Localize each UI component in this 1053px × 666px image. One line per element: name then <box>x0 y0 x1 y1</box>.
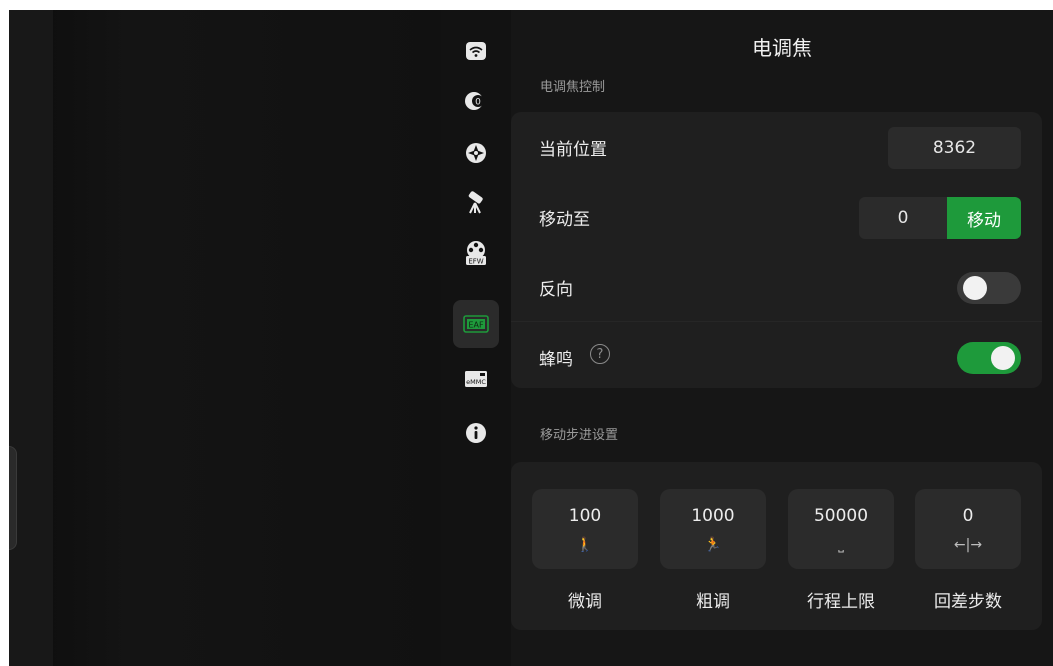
step-value-fine: 100 <box>568 506 602 526</box>
settings-nav-rail: 0 EFW EAF eMMC <box>441 10 511 666</box>
nav-item-filter-wheel[interactable]: EFW <box>453 230 499 276</box>
storage-icon: eMMC <box>465 371 487 387</box>
telescope-icon <box>468 191 483 214</box>
step-card-backlash[interactable]: 0 ←|→ <box>915 489 1021 569</box>
row-move-to: 移动至 0 移动 <box>511 182 1042 252</box>
step-caption-travel-limit: 行程上限 <box>807 592 875 612</box>
buzzer-toggle[interactable] <box>957 342 1021 374</box>
backlash-icon: ←|→ <box>953 537 983 553</box>
move-button[interactable]: 移动 <box>947 197 1021 239</box>
current-position-label: 当前位置 <box>539 140 607 160</box>
nav-item-telescope[interactable] <box>453 180 499 226</box>
camera-icon: 0 <box>465 92 484 110</box>
row-reverse: 反向 <box>511 252 1042 322</box>
info-icon <box>466 423 486 443</box>
row-buzzer: 蜂鸣 ? <box>511 322 1042 392</box>
focuser-icon: EAF <box>463 315 489 333</box>
nav-item-mount[interactable] <box>453 130 499 176</box>
preview-edge <box>9 10 53 666</box>
svg-text:EFW: EFW <box>468 258 483 266</box>
device-screen: 0 EFW EAF eMMC 电调焦 电调焦控制 当前位置 8362 移动至 0… <box>9 10 1053 666</box>
move-to-input[interactable]: 0 <box>859 197 947 239</box>
step-caption-backlash: 回差步数 <box>934 592 1002 612</box>
run-icon: 🏃 <box>704 537 722 553</box>
step-value-travel-limit: 50000 <box>813 506 869 526</box>
toggle-knob <box>991 346 1015 370</box>
step-caption-fine: 微调 <box>568 592 602 612</box>
page-title: 电调焦 <box>752 36 812 60</box>
mount-icon <box>466 143 486 163</box>
nav-item-wifi[interactable] <box>453 28 499 74</box>
reverse-toggle[interactable] <box>957 272 1021 304</box>
toggle-knob <box>963 276 987 300</box>
help-icon[interactable]: ? <box>590 344 610 364</box>
focuser-control-card: 当前位置 8362 移动至 0 移动 反向 蜂鸣 ? <box>511 112 1042 388</box>
side-drawer-handle[interactable] <box>9 446 17 550</box>
reverse-label: 反向 <box>539 280 573 300</box>
range-icon: ⎵ <box>838 537 844 553</box>
step-value-backlash: 0 <box>962 506 974 526</box>
focuser-settings-panel: 电调焦 电调焦控制 当前位置 8362 移动至 0 移动 反向 蜂鸣 ? 移动步… <box>511 10 1053 666</box>
filter-wheel-icon: EFW <box>466 241 486 266</box>
step-card-fine[interactable]: 100 🚶 <box>532 489 638 569</box>
nav-item-info[interactable] <box>453 410 499 456</box>
nav-item-storage[interactable]: eMMC <box>453 356 499 402</box>
buzzer-label: 蜂鸣 <box>539 350 573 370</box>
nav-item-camera[interactable]: 0 <box>453 78 499 124</box>
wifi-icon <box>466 42 486 60</box>
step-settings-card: 100 🚶 微调 1000 🏃 粗调 50000 ⎵ 行程上限 0 ←|→ 回差… <box>511 462 1042 630</box>
section-label-focuser-control: 电调焦控制 <box>540 80 606 95</box>
nav-item-focuser[interactable]: EAF <box>453 300 499 348</box>
walk-icon: 🚶 <box>576 537 594 553</box>
step-caption-coarse: 粗调 <box>696 592 730 612</box>
svg-text:eMMC: eMMC <box>466 378 486 386</box>
camera-preview <box>9 10 441 666</box>
current-position-value: 8362 <box>888 127 1021 169</box>
step-card-travel-limit[interactable]: 50000 ⎵ <box>788 489 894 569</box>
svg-text:0: 0 <box>475 98 481 108</box>
step-value-coarse: 1000 <box>691 506 735 526</box>
step-card-coarse[interactable]: 1000 🏃 <box>660 489 766 569</box>
row-current-position: 当前位置 8362 <box>511 112 1042 182</box>
move-to-label: 移动至 <box>539 210 590 230</box>
svg-text:EAF: EAF <box>468 321 484 330</box>
section-label-step-settings: 移动步进设置 <box>540 428 619 443</box>
